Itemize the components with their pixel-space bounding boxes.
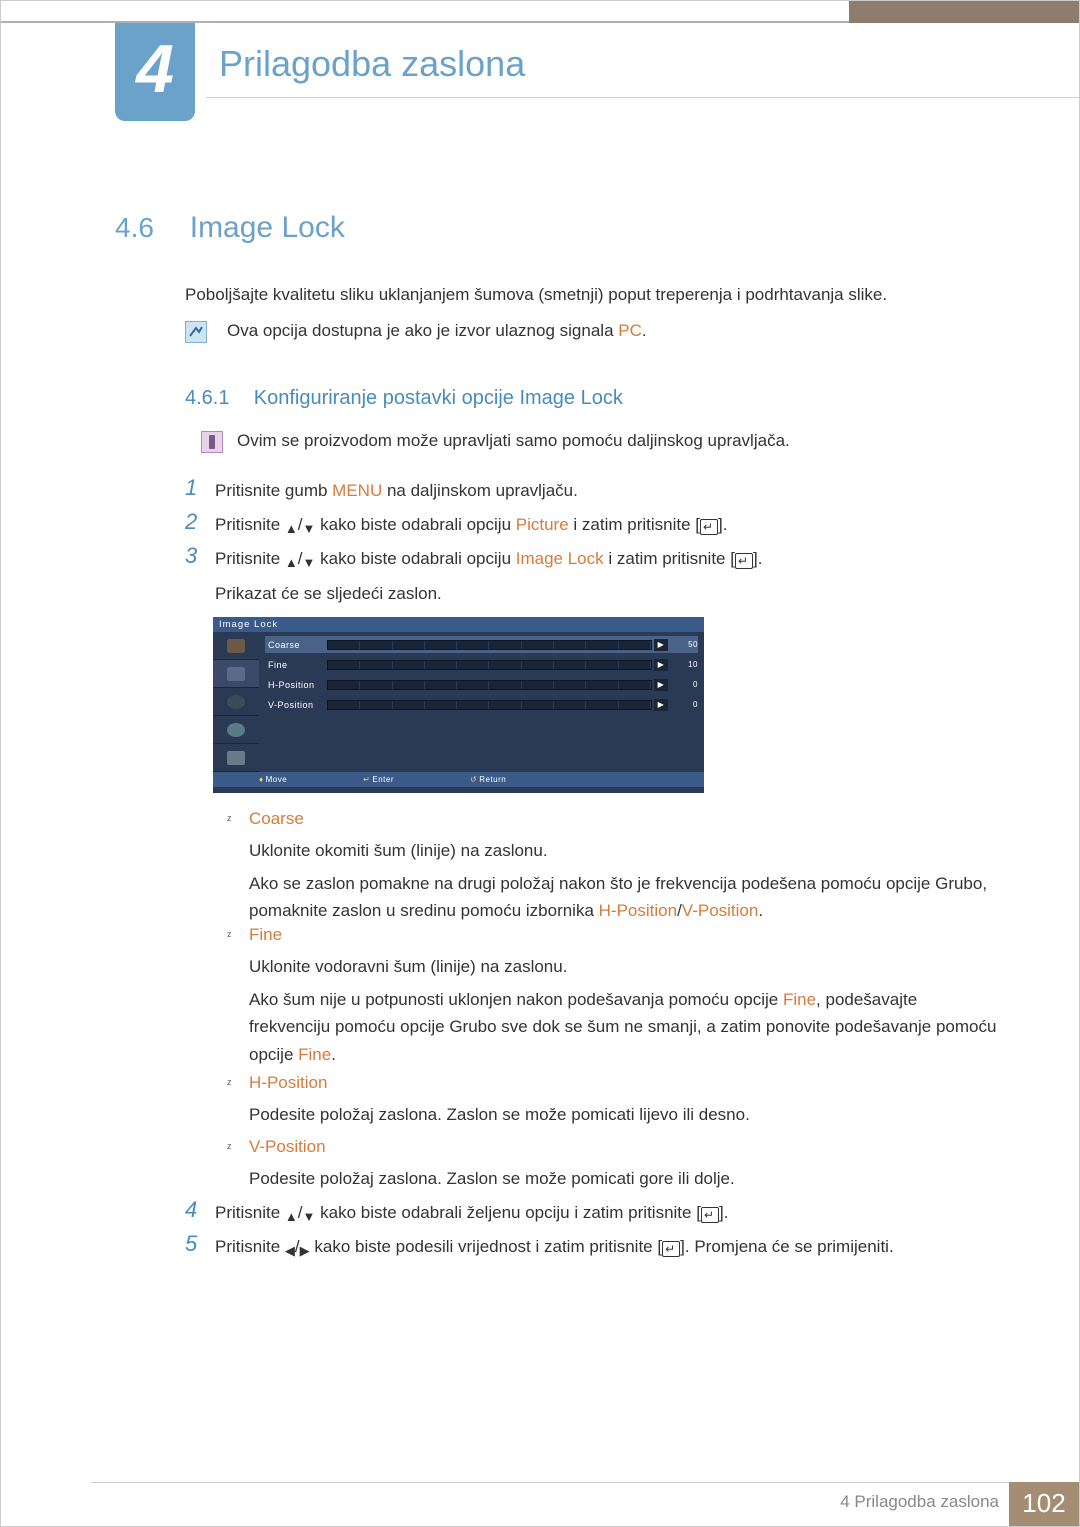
osd-icon-picture [213, 632, 259, 660]
osd-arrow-right-icon: ▶ [654, 679, 668, 691]
bullet-fine: z Fine Uklonite vodoravni šum (linije) n… [227, 925, 999, 1068]
step-5-number: 5 [185, 1231, 209, 1257]
section-number: 4.6 [115, 212, 185, 244]
osd-title: Image Lock [213, 617, 704, 632]
osd-arrow-right-icon: ▶ [654, 699, 668, 711]
subsection-title: Konfiguriranje postavki opcije Image Loc… [254, 387, 623, 410]
bullet-hposition: z H-Position Podesite položaj zaslona. Z… [227, 1073, 999, 1128]
step-2-body: Pritisnite ▲/▼ kako biste odabrali opcij… [215, 511, 999, 540]
section-intro: Poboljšajte kvalitetu sliku uklanjanjem … [185, 283, 999, 308]
down-arrow-icon: ▼ [303, 1207, 316, 1228]
bullet-marker: z [227, 813, 232, 823]
step-2-number: 2 [185, 509, 209, 535]
note-1-highlight: PC [618, 321, 642, 340]
bullet-coarse: z Coarse Uklonite okomiti šum (linije) n… [227, 809, 999, 925]
chapter-rule [206, 97, 1079, 98]
bullet-coarse-body: Uklonite okomiti šum (linije) na zaslonu… [249, 837, 999, 925]
osd-menu-screenshot: Image Lock Coarse ▶ 50 Fine ▶ [213, 617, 704, 793]
note-1-pre: Ova opcija dostupna je ako je izvor ulaz… [227, 321, 618, 340]
osd-row-coarse: Coarse ▶ 50 [265, 636, 698, 653]
left-arrow-icon: ◀ [285, 1241, 295, 1262]
note-icon [185, 321, 207, 343]
step-1-body: Pritisnite gumb MENU na daljinskom uprav… [215, 477, 999, 504]
remote-icon [201, 431, 223, 453]
enter-osd-icon: ↵ [363, 775, 370, 784]
down-arrow-icon: ▼ [303, 519, 316, 540]
enter-icon: ↵ [701, 1207, 719, 1223]
down-arrow-icon: ▼ [303, 553, 316, 574]
bullet-marker: z [227, 1077, 232, 1087]
chapter-number-tab: 4 [115, 23, 195, 121]
osd-row-vposition: V-Position ▶ 0 [265, 696, 698, 713]
bullet-hpos-title: H-Position [249, 1073, 999, 1093]
return-icon: ↺ [470, 775, 477, 784]
bullet-marker: z [227, 929, 232, 939]
step-3-body: Pritisnite ▲/▼ kako biste odabrali opcij… [215, 545, 999, 607]
osd-rows: Coarse ▶ 50 Fine ▶ 10 H-Position ▶ 0 [259, 632, 704, 772]
bullet-vposition: z V-Position Podesite položaj zaslona. Z… [227, 1137, 999, 1192]
footer-rule [91, 1482, 1079, 1483]
section-title: Image Lock [190, 211, 345, 245]
bullet-vpos-title: V-Position [249, 1137, 999, 1157]
osd-body: Coarse ▶ 50 Fine ▶ 10 H-Position ▶ 0 [213, 632, 704, 772]
subsection-heading: 4.6.1 Konfiguriranje postavki opcije Ima… [185, 387, 623, 410]
bullet-vpos-body: Podesite položaj zaslona. Zaslon se može… [249, 1165, 999, 1192]
subsection-number: 4.6.1 [185, 387, 249, 410]
osd-footer: ♦Move ↵Enter ↺Return [213, 772, 704, 787]
header-accent [849, 1, 1079, 23]
step-4-number: 4 [185, 1197, 209, 1223]
step-5-body: Pritisnite ◀/▶ kako biste podesili vrije… [215, 1233, 999, 1262]
osd-slider [327, 640, 652, 650]
bullet-fine-body: Uklonite vodoravni šum (linije) na zaslo… [249, 953, 999, 1068]
step-4-body: Pritisnite ▲/▼ kako biste odabrali želje… [215, 1199, 999, 1228]
page-number: 102 [1009, 1482, 1079, 1526]
step-5: 5 Pritisnite ◀/▶ kako biste podesili vri… [185, 1233, 999, 1262]
note-1-post: . [642, 321, 647, 340]
osd-arrow-right-icon: ▶ [654, 639, 668, 651]
step-1: 1 Pritisnite gumb MENU na daljinskom upr… [185, 477, 999, 504]
page-footer: 4 Prilagodba zaslona 102 [1, 1482, 1079, 1526]
osd-icon-column [213, 632, 259, 772]
enter-icon: ↵ [700, 519, 718, 535]
bullet-marker: z [227, 1141, 232, 1151]
header-bar [1, 1, 1079, 23]
footer-label: 4 Prilagodba zaslona [840, 1492, 999, 1512]
osd-icon-setup [213, 688, 259, 716]
osd-row-fine: Fine ▶ 10 [265, 656, 698, 673]
enter-icon: ↵ [662, 1241, 680, 1257]
document-page: 4 Prilagodba zaslona 4.6 Image Lock Pobo… [0, 0, 1080, 1527]
bullet-fine-title: Fine [249, 925, 999, 945]
osd-row-hposition: H-Position ▶ 0 [265, 676, 698, 693]
right-arrow-icon: ▶ [300, 1241, 310, 1262]
up-arrow-icon: ▲ [285, 519, 298, 540]
chapter-title: Prilagodba zaslona [219, 43, 525, 85]
osd-icon-multi [213, 744, 259, 772]
step-3-number: 3 [185, 543, 209, 569]
osd-icon-option [213, 716, 259, 744]
osd-arrow-right-icon: ▶ [654, 659, 668, 671]
osd-icon-sound [213, 660, 259, 688]
note-text-1: Ova opcija dostupna je ako je izvor ulaz… [227, 321, 647, 341]
note-text-2: Ovim se proizvodom može upravljati samo … [237, 431, 790, 451]
step-3-line2: Prikazat će se sljedeći zaslon. [215, 580, 999, 607]
step-1-number: 1 [185, 475, 209, 501]
step-3: 3 Pritisnite ▲/▼ kako biste odabrali opc… [185, 545, 999, 607]
step-4: 4 Pritisnite ▲/▼ kako biste odabrali žel… [185, 1199, 999, 1228]
enter-icon: ↵ [735, 553, 753, 569]
bullet-hpos-body: Podesite položaj zaslona. Zaslon se može… [249, 1101, 999, 1128]
step-2: 2 Pritisnite ▲/▼ kako biste odabrali opc… [185, 511, 999, 540]
up-arrow-icon: ▲ [285, 553, 298, 574]
section-heading: 4.6 Image Lock [115, 211, 345, 245]
bullet-coarse-title: Coarse [249, 809, 999, 829]
move-icon: ♦ [259, 775, 264, 784]
up-arrow-icon: ▲ [285, 1207, 298, 1228]
